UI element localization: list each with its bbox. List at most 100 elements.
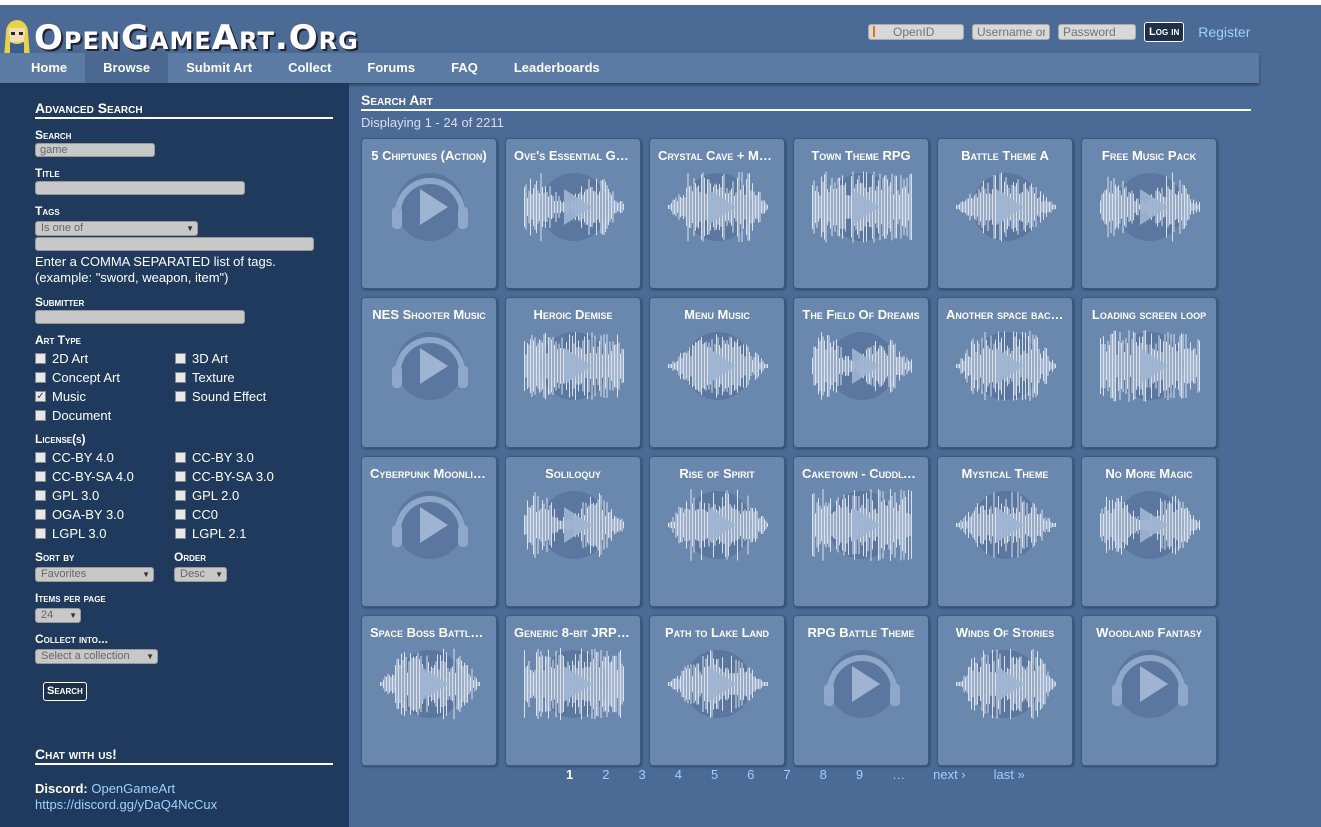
art-card[interactable]: Menu Music [649, 297, 785, 448]
art-card[interactable]: Heroic Demise [505, 297, 641, 448]
art-card-title[interactable]: Woodland Fantasy [1082, 625, 1216, 640]
nav-collect[interactable]: Collect [270, 53, 349, 83]
license-cc-by-sa-4-0[interactable]: CC-BY-SA 4.0 [35, 468, 175, 484]
license-lgpl-2-1[interactable]: LGPL 2.1 [175, 525, 315, 541]
checkbox[interactable] [175, 352, 186, 364]
pager-next[interactable]: next › [933, 767, 966, 782]
art-card[interactable]: Winds Of Stories [937, 615, 1073, 766]
checkbox[interactable] [35, 508, 46, 520]
art-card[interactable]: NES Shooter Music [361, 297, 497, 448]
art-card-title[interactable]: Free Music Pack [1082, 148, 1216, 163]
nav-submit-art[interactable]: Submit Art [168, 53, 270, 83]
headphones-icon[interactable] [380, 326, 480, 406]
checkbox[interactable] [175, 451, 186, 463]
art-type-3d-art[interactable]: 3D Art [175, 350, 315, 366]
pager-page-8[interactable]: 8 [820, 767, 827, 782]
checkbox[interactable] [175, 371, 186, 383]
art-card[interactable]: Rise of Spirit [649, 456, 785, 607]
waveform-preview[interactable] [812, 485, 912, 565]
waveform-preview[interactable] [524, 326, 624, 406]
art-card[interactable]: Battle Theme A [937, 138, 1073, 289]
login-button[interactable]: Log in [1144, 22, 1185, 42]
checkbox[interactable] [35, 409, 46, 421]
title-input[interactable] [35, 181, 245, 195]
nav-leaderboards[interactable]: Leaderboards [496, 53, 618, 83]
art-card-title[interactable]: Caketown - Cuddly Theme [794, 466, 928, 481]
art-card[interactable]: Caketown - Cuddly Theme [793, 456, 929, 607]
art-card[interactable]: Woodland Fantasy [1081, 615, 1217, 766]
art-card-title[interactable]: Mystical Theme [938, 466, 1072, 481]
register-link[interactable]: Register [1198, 24, 1250, 40]
art-card-title[interactable]: Path to Lake Land [650, 625, 784, 640]
art-card[interactable]: Ove's Essential Game Audio [505, 138, 641, 289]
nav-home[interactable]: Home [0, 53, 85, 83]
art-card[interactable]: Cyberpunk Moonlight Sonata [361, 456, 497, 607]
license-cc-by-4-0[interactable]: CC-BY 4.0 [35, 449, 175, 465]
collect-into-select[interactable]: Select a collection [35, 649, 158, 664]
items-per-page-select[interactable]: 24 [35, 608, 81, 623]
art-card[interactable]: Crystal Cave + Mysterious Ambience [649, 138, 785, 289]
waveform-preview[interactable] [956, 644, 1056, 724]
password-input[interactable] [1058, 24, 1136, 40]
art-card-title[interactable]: Heroic Demise [506, 307, 640, 322]
pager-page-7[interactable]: 7 [783, 767, 790, 782]
pager-page-2[interactable]: 2 [602, 767, 609, 782]
art-card-title[interactable]: Crystal Cave + Mysterious Ambience [650, 148, 784, 163]
pager-page-3[interactable]: 3 [638, 767, 645, 782]
checkbox[interactable] [35, 451, 46, 463]
art-type-concept-art[interactable]: Concept Art [35, 369, 175, 385]
username-input[interactable] [972, 24, 1050, 40]
sort-by-select[interactable]: Favorites [35, 567, 154, 582]
art-card[interactable]: No More Magic [1081, 456, 1217, 607]
art-type-2d-art[interactable]: 2D Art [35, 350, 175, 366]
waveform-preview[interactable] [524, 644, 624, 724]
art-card-title[interactable]: Space Boss Battle Theme [362, 625, 496, 640]
waveform-preview[interactable] [668, 644, 768, 724]
art-card[interactable]: The Field Of Dreams [793, 297, 929, 448]
openid-input[interactable] [868, 24, 964, 40]
waveform-preview[interactable] [668, 167, 768, 247]
waveform-preview[interactable] [524, 485, 624, 565]
checkbox[interactable] [35, 470, 46, 482]
license-gpl-3-0[interactable]: GPL 3.0 [35, 487, 175, 503]
art-card[interactable]: Space Boss Battle Theme [361, 615, 497, 766]
art-card[interactable]: Generic 8-bit JRPG Soundtrack [505, 615, 641, 766]
discord-link[interactable]: OpenGameArt [91, 781, 175, 796]
waveform-preview[interactable] [1100, 485, 1200, 565]
art-type-document[interactable]: Document [35, 407, 175, 423]
search-input[interactable]: game [35, 143, 155, 157]
art-card[interactable]: Town Theme RPG [793, 138, 929, 289]
checkbox[interactable] [175, 470, 186, 482]
headphones-icon[interactable] [380, 167, 480, 247]
art-card-title[interactable]: Cyberpunk Moonlight Sonata [362, 466, 496, 481]
waveform-preview[interactable] [524, 167, 624, 247]
checkbox[interactable] [175, 489, 186, 501]
art-card-title[interactable]: Generic 8-bit JRPG Soundtrack [506, 625, 640, 640]
waveform-preview[interactable] [1100, 326, 1200, 406]
art-card-title[interactable]: Soliloquy [506, 466, 640, 481]
pager-page-9[interactable]: 9 [856, 767, 863, 782]
art-card-title[interactable]: Menu Music [650, 307, 784, 322]
tags-mode-select[interactable]: Is one of [35, 221, 198, 236]
waveform-preview[interactable] [956, 485, 1056, 565]
waveform-preview[interactable] [668, 326, 768, 406]
license-cc-by-sa-3-0[interactable]: CC-BY-SA 3.0 [175, 468, 315, 484]
art-card-title[interactable]: 5 Chiptunes (Action) [362, 148, 496, 163]
headphones-icon[interactable] [812, 644, 912, 724]
headphones-icon[interactable] [1100, 644, 1200, 724]
pager-ellipsis[interactable]: … [892, 767, 905, 782]
waveform-preview[interactable] [812, 326, 912, 406]
license-oga-by-3-0[interactable]: OGA-BY 3.0 [35, 506, 175, 522]
art-card[interactable]: RPG Battle Theme [793, 615, 929, 766]
art-card-title[interactable]: Town Theme RPG [794, 148, 928, 163]
art-card-title[interactable]: No More Magic [1082, 466, 1216, 481]
art-card-title[interactable]: Rise of Spirit [650, 466, 784, 481]
submitter-input[interactable] [35, 310, 245, 324]
pager-page-4[interactable]: 4 [675, 767, 682, 782]
checkbox[interactable] [35, 371, 46, 383]
waveform-preview[interactable] [668, 485, 768, 565]
art-card-title[interactable]: Loading screen loop [1082, 307, 1216, 322]
art-card[interactable]: 5 Chiptunes (Action) [361, 138, 497, 289]
headphones-icon[interactable] [380, 485, 480, 565]
search-button[interactable]: Search [43, 682, 87, 701]
